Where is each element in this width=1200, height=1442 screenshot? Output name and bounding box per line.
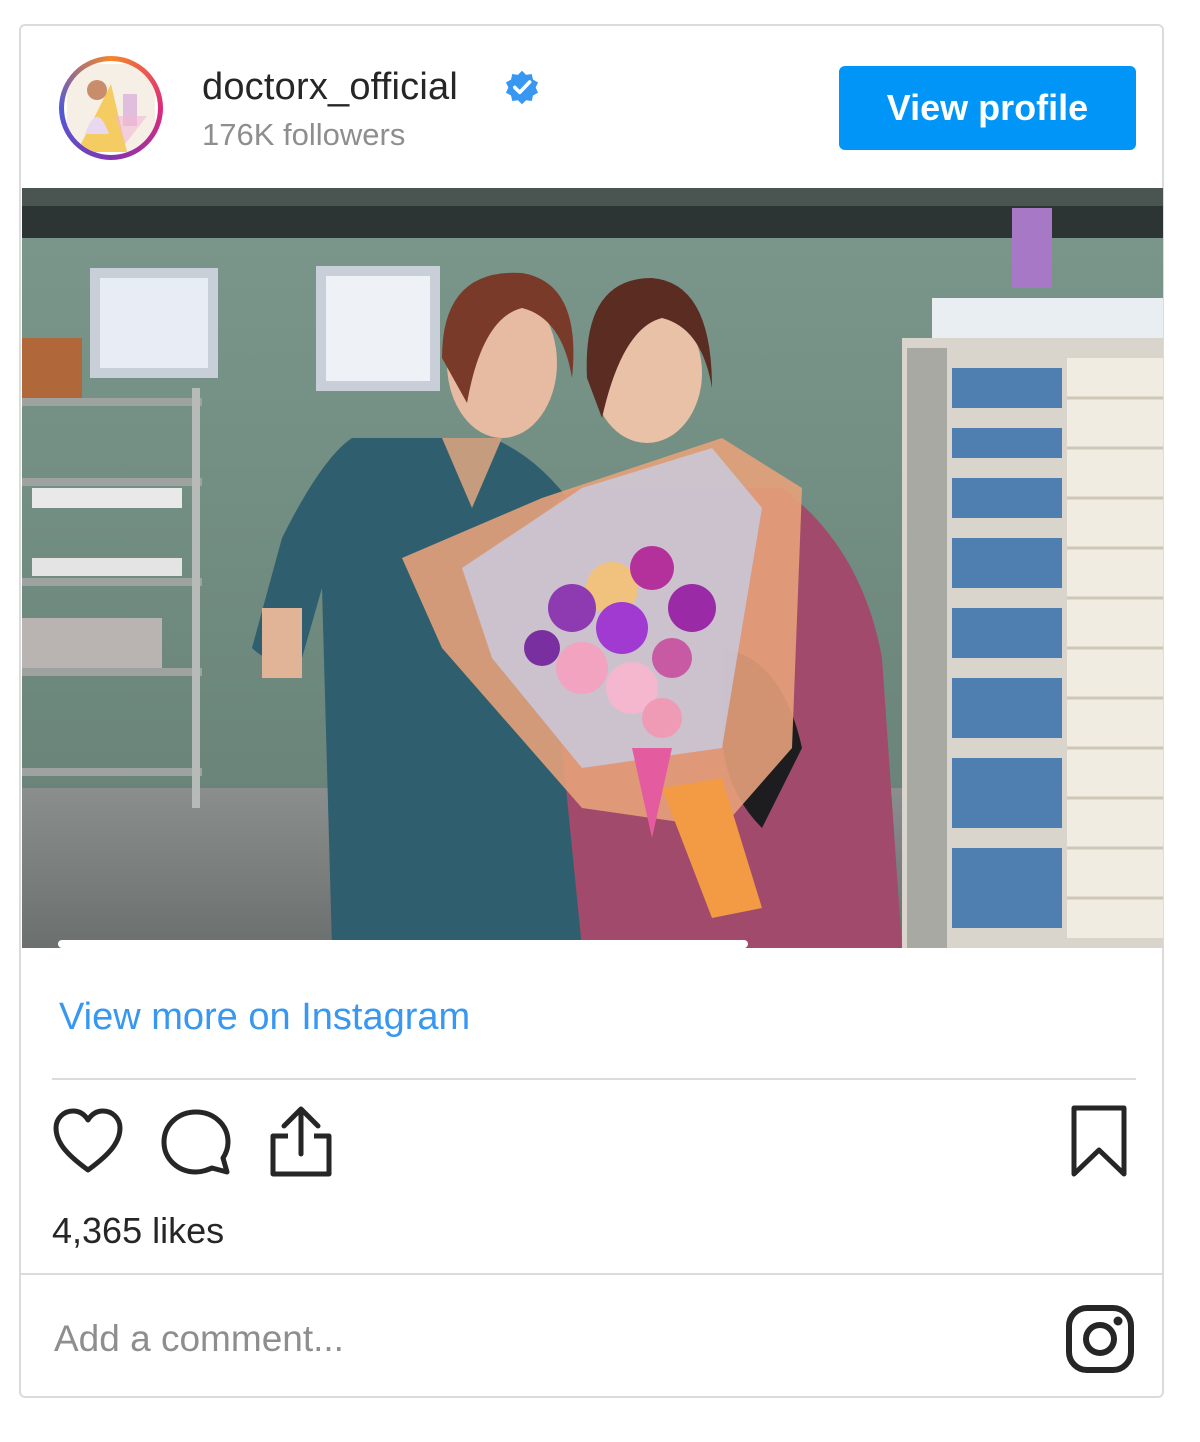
avatar[interactable] bbox=[59, 56, 163, 160]
view-profile-button[interactable]: View profile bbox=[839, 66, 1136, 150]
avatar-image bbox=[64, 61, 158, 155]
post-image[interactable] bbox=[22, 188, 1163, 948]
view-more-link[interactable]: View more on Instagram bbox=[59, 996, 470, 1039]
username[interactable]: doctorx_official bbox=[202, 66, 458, 109]
divider bbox=[21, 1273, 1162, 1275]
divider bbox=[52, 1078, 1136, 1080]
verified-badge-icon bbox=[505, 70, 539, 105]
likes-count[interactable]: 4,365 likes bbox=[52, 1210, 224, 1252]
heart-icon[interactable] bbox=[52, 1108, 124, 1174]
followers-count: 176K followers bbox=[202, 117, 406, 152]
post-header: doctorx_official 176K followers View pro… bbox=[21, 26, 1162, 188]
post-photo bbox=[22, 188, 1163, 948]
profile-avatar-picture bbox=[67, 64, 155, 152]
share-icon[interactable] bbox=[268, 1104, 334, 1178]
bookmark-icon[interactable] bbox=[1070, 1104, 1128, 1178]
instagram-icon[interactable] bbox=[1065, 1304, 1135, 1374]
comment-icon[interactable] bbox=[161, 1108, 231, 1176]
instagram-embed-card: doctorx_official 176K followers View pro… bbox=[19, 24, 1164, 1398]
comment-input[interactable] bbox=[54, 1309, 954, 1369]
